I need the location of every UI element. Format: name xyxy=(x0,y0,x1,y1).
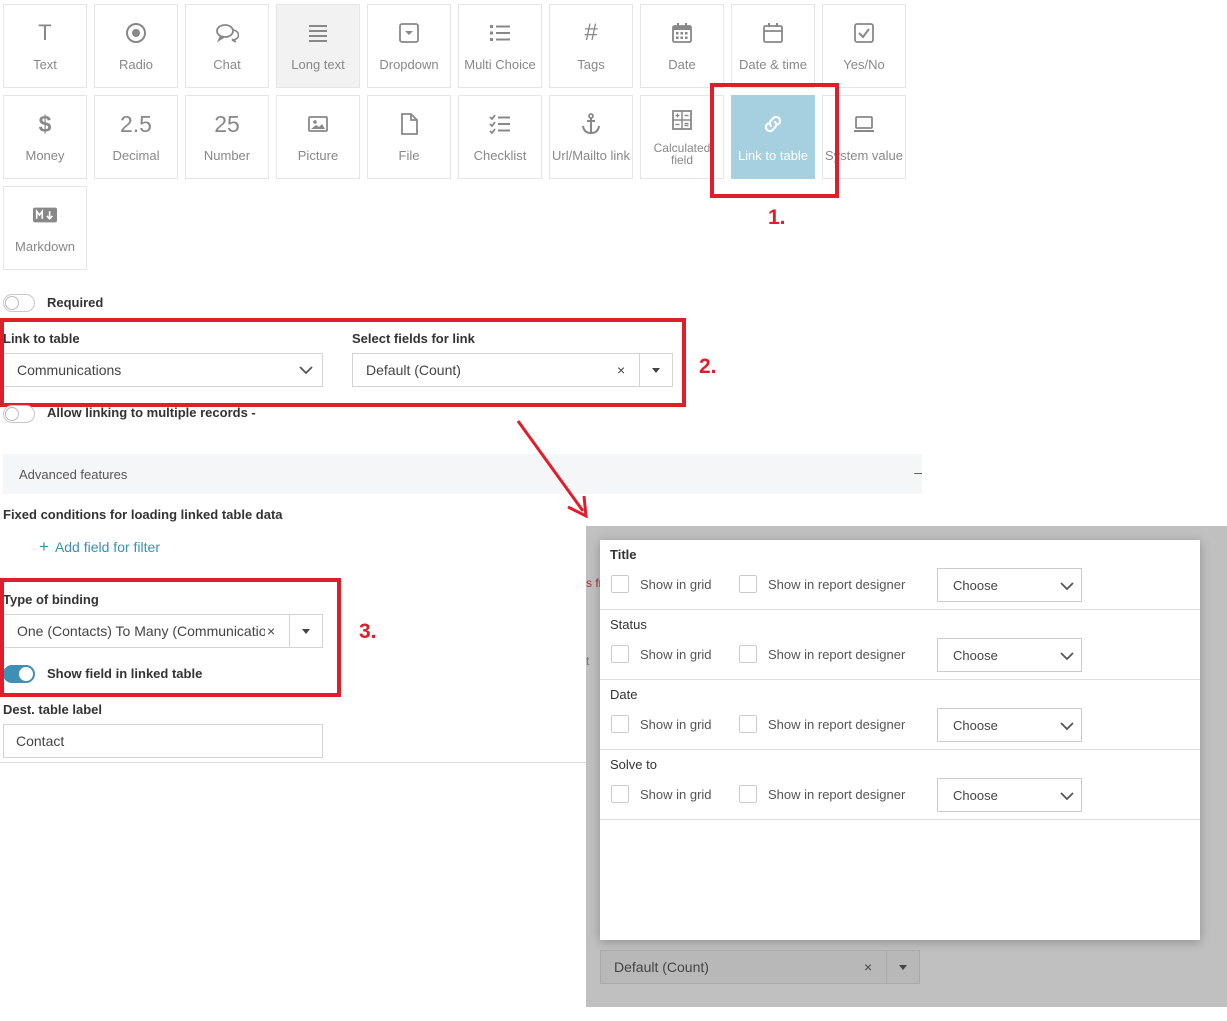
field-type-radio[interactable]: Radio xyxy=(94,4,178,88)
checklist-icon xyxy=(459,110,541,138)
field-type-checklist[interactable]: Checklist xyxy=(458,95,542,179)
allow-multiple-toggle[interactable] xyxy=(3,405,35,423)
lines-icon xyxy=(277,19,359,47)
field-type-long-text[interactable]: Long text xyxy=(276,4,360,88)
list-bullets-icon xyxy=(459,19,541,47)
field-type-money[interactable]: $ Money xyxy=(3,95,87,179)
field-type-yes-no[interactable]: Yes/No xyxy=(822,4,906,88)
calendar-grid-icon xyxy=(641,19,723,47)
field-type-date[interactable]: Date xyxy=(640,4,724,88)
picture-icon xyxy=(277,110,359,138)
show-in-report-checkbox[interactable] xyxy=(739,575,757,593)
advanced-features-header[interactable]: Advanced features – xyxy=(3,454,922,494)
allow-multiple-label: Allow linking to multiple records - xyxy=(47,405,256,420)
file-icon xyxy=(368,110,450,138)
divider xyxy=(600,679,1200,680)
show-in-grid-checkbox[interactable] xyxy=(611,575,629,593)
divider xyxy=(0,762,590,763)
field-type-multi-choice[interactable]: Multi Choice xyxy=(458,4,542,88)
annotation-number-3: 3. xyxy=(359,620,377,643)
show-in-grid-checkbox[interactable] xyxy=(611,785,629,803)
collapse-icon[interactable]: – xyxy=(914,464,922,480)
annotation-box-3 xyxy=(0,578,341,697)
plus-icon: + xyxy=(39,537,49,556)
group-title: Solve to xyxy=(610,757,657,772)
chat-bubbles-icon xyxy=(186,19,268,47)
field-type-decimal[interactable]: 2.5 Decimal xyxy=(94,95,178,179)
choose-select[interactable]: Choose xyxy=(937,638,1082,672)
group-title: Title xyxy=(610,547,637,562)
field-type-file[interactable]: File xyxy=(367,95,451,179)
show-in-report-checkbox[interactable] xyxy=(739,785,757,803)
required-label: Required xyxy=(47,295,104,310)
chevron-down-icon xyxy=(1060,722,1074,731)
choose-select[interactable]: Choose xyxy=(937,568,1082,602)
dollar-icon: $ xyxy=(38,111,52,137)
radio-icon xyxy=(95,19,177,47)
text-t-icon: T xyxy=(38,20,52,45)
field-type-date-time[interactable]: Date & time xyxy=(731,4,815,88)
clear-icon: × xyxy=(864,959,873,975)
link-fields-panel: Title Show in grid Show in report design… xyxy=(600,540,1200,940)
field-type-markdown[interactable]: Markdown xyxy=(3,186,87,270)
show-in-report-checkbox[interactable] xyxy=(739,715,757,733)
show-in-grid-checkbox[interactable] xyxy=(611,715,629,733)
dest-table-input[interactable]: Contact xyxy=(3,724,323,758)
show-in-report-checkbox[interactable] xyxy=(739,645,757,663)
fixed-conditions-label: Fixed conditions for loading linked tabl… xyxy=(3,507,283,522)
decimal-glyph: 2.5 xyxy=(120,111,152,137)
field-type-text[interactable]: T Text xyxy=(3,4,87,88)
calendar-icon xyxy=(732,19,814,47)
chevron-down-icon xyxy=(1060,582,1074,591)
group-title: Status xyxy=(610,617,647,632)
anchor-icon xyxy=(550,110,632,138)
required-toggle[interactable] xyxy=(3,294,35,312)
field-type-chat[interactable]: Chat xyxy=(185,4,269,88)
caret-down-icon xyxy=(886,951,919,983)
dest-table-label: Dest. table label xyxy=(3,702,102,717)
divider xyxy=(600,609,1200,610)
annotation-arrow xyxy=(516,420,588,519)
number-glyph: 25 xyxy=(214,111,240,137)
field-type-tags[interactable]: # Tags xyxy=(549,4,633,88)
show-in-grid-checkbox[interactable] xyxy=(611,645,629,663)
group-title: Date xyxy=(610,687,638,702)
annotation-box-1 xyxy=(710,83,839,198)
choose-select[interactable]: Choose xyxy=(937,708,1082,742)
annotation-number-2: 2. xyxy=(699,355,717,378)
markdown-icon xyxy=(4,201,86,229)
annotation-number-1: 1. xyxy=(768,206,786,229)
select-fields-select-dimmed: Default (Count) × xyxy=(600,950,920,984)
choose-select[interactable]: Choose xyxy=(937,778,1082,812)
annotation-box-2 xyxy=(0,318,686,407)
field-type-number[interactable]: 25 Number xyxy=(185,95,269,179)
hash-icon: # xyxy=(584,19,598,46)
chevron-down-icon xyxy=(1060,792,1074,801)
field-type-dropdown[interactable]: Dropdown xyxy=(367,4,451,88)
checkbox-icon xyxy=(823,19,905,47)
field-type-picture[interactable]: Picture xyxy=(276,95,360,179)
divider xyxy=(600,819,1200,820)
add-filter-link[interactable]: + Add field for filter xyxy=(39,537,160,557)
field-type-url[interactable]: Url/Mailto link xyxy=(549,95,633,179)
dropdown-box-icon xyxy=(368,19,450,47)
chevron-down-icon xyxy=(1060,652,1074,661)
divider xyxy=(600,749,1200,750)
